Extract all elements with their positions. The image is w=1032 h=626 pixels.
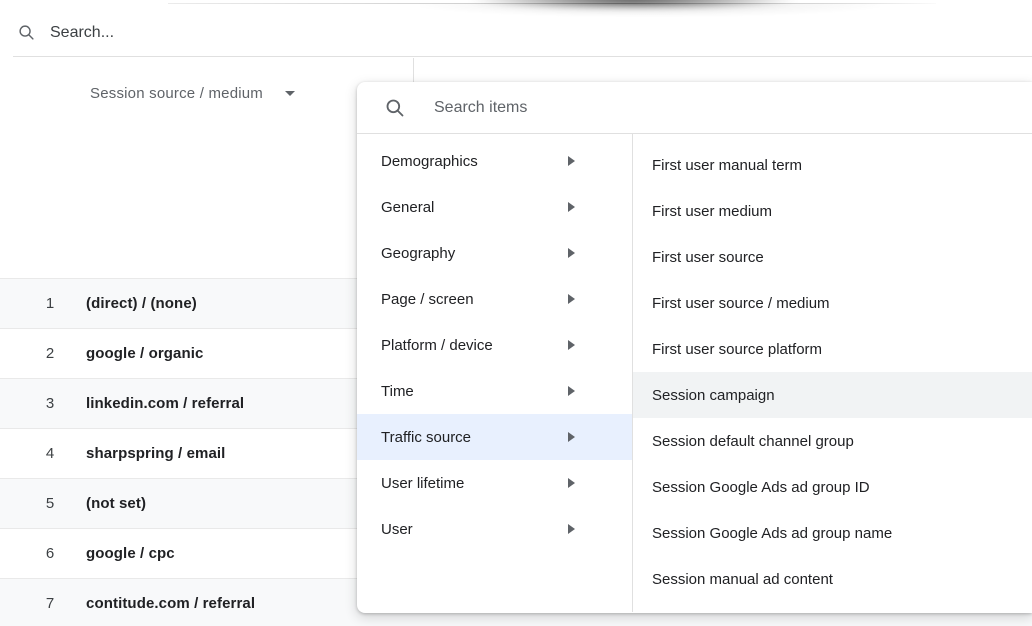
- category-label: Traffic source: [381, 429, 471, 446]
- dimension-item-first-user-medium[interactable]: First user medium: [633, 188, 1032, 234]
- category-label: Platform / device: [381, 337, 493, 354]
- category-item-user-lifetime[interactable]: User lifetime: [357, 460, 632, 506]
- row-dimension-value: google / organic: [86, 345, 203, 362]
- chevron-right-icon: [568, 202, 575, 212]
- dimension-item-session-default-channel-group[interactable]: Session default channel group: [633, 418, 1032, 464]
- dimension-label: First user source / medium: [652, 295, 830, 312]
- category-label: Time: [381, 383, 414, 400]
- row-index: 2: [40, 345, 60, 362]
- row-index: 6: [40, 545, 60, 562]
- dimension-picker-panel: Search items Demographics General Geogra…: [357, 82, 1032, 613]
- category-item-demographics[interactable]: Demographics: [357, 138, 632, 184]
- dimension-item-session-google-ads-ad-group-id[interactable]: Session Google Ads ad group ID: [633, 464, 1032, 510]
- dimension-item-session-manual-ad-content[interactable]: Session manual ad content: [633, 556, 1032, 602]
- top-cutoff-divider: [168, 3, 936, 4]
- picker-body: Demographics General Geography Page / sc…: [357, 134, 1032, 612]
- chevron-right-icon: [568, 294, 575, 304]
- dimension-item-session-campaign[interactable]: Session campaign: [633, 372, 1032, 418]
- row-dimension-value: google / cpc: [86, 545, 175, 562]
- picker-dimension-list: First user manual term First user medium…: [633, 134, 1032, 612]
- category-item-user[interactable]: User: [357, 506, 632, 552]
- chevron-right-icon: [568, 432, 575, 442]
- chevron-right-icon: [568, 340, 575, 350]
- global-search-input[interactable]: Search...: [13, 9, 1032, 57]
- category-label: Demographics: [381, 153, 478, 170]
- dimension-item-session-google-ads-ad-group-name[interactable]: Session Google Ads ad group name: [633, 510, 1032, 556]
- analytics-table-view: Search... Session source / medium 1 (dir…: [0, 0, 1032, 626]
- dimension-label: First user source platform: [652, 341, 822, 358]
- chevron-right-icon: [568, 386, 575, 396]
- category-item-page-screen[interactable]: Page / screen: [357, 276, 632, 322]
- row-dimension-value: linkedin.com / referral: [86, 395, 244, 412]
- global-search-placeholder: Search...: [50, 24, 114, 42]
- dimension-item-first-user-manual-term[interactable]: First user manual term: [633, 142, 1032, 188]
- dimension-label: Session campaign: [652, 387, 775, 404]
- dimension-label: First user medium: [652, 203, 772, 220]
- search-icon: [18, 24, 35, 41]
- row-index: 7: [40, 595, 60, 612]
- category-label: General: [381, 199, 434, 216]
- dimension-label: Session Google Ads ad group name: [652, 525, 892, 542]
- row-dimension-value: (not set): [86, 495, 146, 512]
- category-label: Page / screen: [381, 291, 474, 308]
- dimension-column-header[interactable]: Session source / medium: [90, 81, 295, 106]
- row-index: 5: [40, 495, 60, 512]
- chevron-down-icon: [285, 91, 295, 96]
- row-index: 1: [40, 295, 60, 312]
- dimension-label: Session default channel group: [652, 433, 854, 450]
- dimension-column-header-label: Session source / medium: [90, 85, 263, 102]
- chevron-right-icon: [568, 524, 575, 534]
- category-label: Geography: [381, 245, 455, 262]
- picker-search-placeholder: Search items: [434, 99, 527, 117]
- dimension-label: Session manual ad content: [652, 571, 833, 588]
- dimension-label: First user manual term: [652, 157, 802, 174]
- row-index: 3: [40, 395, 60, 412]
- category-item-traffic-source[interactable]: Traffic source: [357, 414, 632, 460]
- category-item-geography[interactable]: Geography: [357, 230, 632, 276]
- category-item-general[interactable]: General: [357, 184, 632, 230]
- dimension-item-first-user-source-platform[interactable]: First user source platform: [633, 326, 1032, 372]
- row-dimension-value: contitude.com / referral: [86, 595, 255, 612]
- row-index: 4: [40, 445, 60, 462]
- row-dimension-value: (direct) / (none): [86, 295, 197, 312]
- category-label: User: [381, 521, 413, 538]
- dimension-label: Session Google Ads ad group ID: [652, 479, 870, 496]
- search-icon: [385, 98, 405, 118]
- dimension-label: First user source: [652, 249, 764, 266]
- category-label: User lifetime: [381, 475, 464, 492]
- chevron-right-icon: [568, 478, 575, 488]
- category-item-platform-device[interactable]: Platform / device: [357, 322, 632, 368]
- dimension-item-first-user-source[interactable]: First user source: [633, 234, 1032, 280]
- table-column-divider: [413, 58, 414, 82]
- category-item-time[interactable]: Time: [357, 368, 632, 414]
- chevron-right-icon: [568, 248, 575, 258]
- picker-category-list: Demographics General Geography Page / sc…: [357, 134, 633, 612]
- dimension-item-first-user-source-medium[interactable]: First user source / medium: [633, 280, 1032, 326]
- row-dimension-value: sharpspring / email: [86, 445, 225, 462]
- picker-search-input[interactable]: Search items: [357, 82, 1032, 134]
- chevron-right-icon: [568, 156, 575, 166]
